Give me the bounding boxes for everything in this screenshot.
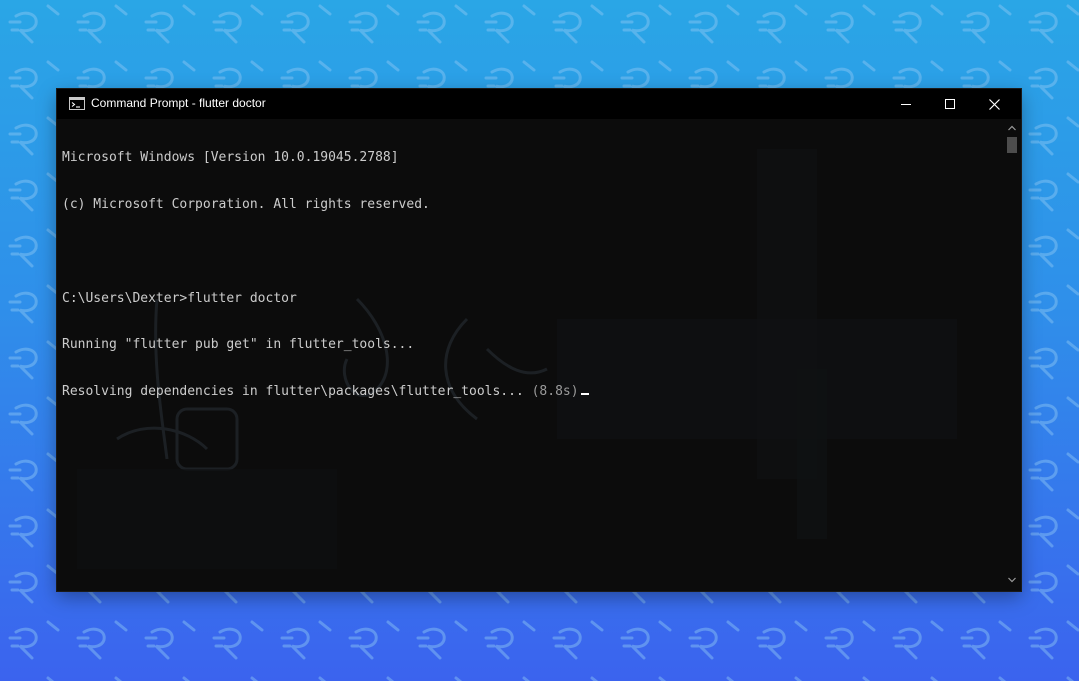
- vertical-scrollbar[interactable]: [1003, 119, 1021, 591]
- console-line-active: Resolving dependencies in flutter\packag…: [62, 384, 589, 400]
- chevron-down-icon: [1008, 577, 1016, 583]
- console-area[interactable]: Microsoft Windows [Version 10.0.19045.27…: [57, 119, 1003, 591]
- console-line-text: Resolving dependencies in flutter\packag…: [62, 384, 524, 400]
- scroll-up-button[interactable]: [1003, 121, 1021, 135]
- title-bar[interactable]: Command Prompt - flutter doctor: [57, 89, 1021, 119]
- console-line: Microsoft Windows [Version 10.0.19045.27…: [62, 150, 399, 166]
- command-prompt-window: Command Prompt - flutter doctor Microsof…: [57, 89, 1021, 591]
- text-cursor: [580, 393, 589, 396]
- scroll-down-button[interactable]: [1003, 573, 1021, 587]
- command-prompt-icon: [69, 97, 85, 110]
- minimize-button[interactable]: [884, 89, 928, 119]
- console-line: (c) Microsoft Corporation. All rights re…: [62, 196, 430, 212]
- window-title: Command Prompt - flutter doctor: [91, 96, 266, 110]
- close-button[interactable]: [972, 89, 1016, 119]
- maximize-button[interactable]: [928, 89, 972, 119]
- console-output: Microsoft Windows [Version 10.0.19045.27…: [62, 119, 589, 431]
- console-line: Running "flutter pub get" in flutter_too…: [62, 337, 415, 353]
- chevron-up-icon: [1008, 125, 1016, 131]
- elapsed-time: (8.8s): [523, 384, 579, 400]
- console-line: C:\Users\Dexter>flutter doctor: [62, 290, 297, 306]
- scrollbar-thumb[interactable]: [1007, 137, 1017, 153]
- close-icon: [988, 98, 1000, 110]
- maximize-icon: [945, 99, 955, 109]
- minimize-icon: [901, 104, 911, 105]
